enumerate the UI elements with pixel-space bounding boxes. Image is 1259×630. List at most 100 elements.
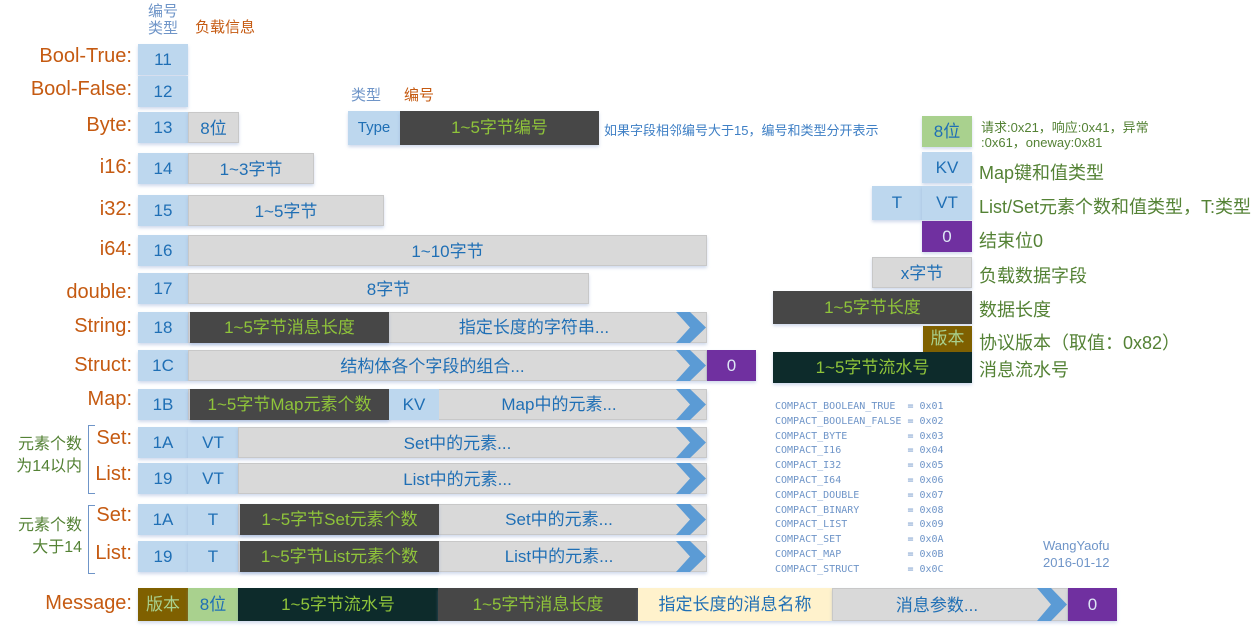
code-i32: 15 xyxy=(138,195,188,226)
code-map: 1B xyxy=(138,389,188,420)
constant-row: COMPACT_SET = 0x0A xyxy=(775,534,944,546)
legend-box-8bit: 8位 xyxy=(922,116,972,147)
constant-row: COMPACT_I16 = 0x04 xyxy=(775,445,944,457)
chevron-right-icon xyxy=(676,504,706,535)
group-small-bracket xyxy=(88,425,95,494)
code-type-header: 编号 类型 xyxy=(146,3,180,37)
legend-box-length: 1~5字节长度 xyxy=(773,291,972,324)
legend-box-payload: x字节 xyxy=(872,257,972,288)
group-large-l2: 大于14 xyxy=(32,539,82,556)
set-small-vt: VT xyxy=(188,427,238,458)
legend-box-kv: KV xyxy=(922,152,972,183)
list-small-vt: VT xyxy=(188,463,238,494)
code-byte: 13 xyxy=(138,112,188,143)
legend-box-t: T xyxy=(872,186,922,220)
message-name: 指定长度的消息名称 xyxy=(638,588,832,621)
message-length: 1~5字节消息长度 xyxy=(438,588,638,621)
row-label-bool-false: Bool-False: xyxy=(30,78,132,100)
author-date: 2016-01-12 xyxy=(1043,555,1110,570)
row-label-i32: i32: xyxy=(99,198,132,220)
constants-list: COMPACT_BOOLEAN_TRUE = 0x01 COMPACT_BOOLE… xyxy=(775,400,944,578)
field-id-box: 1~5字节编号 xyxy=(400,111,599,145)
row-label-double: double: xyxy=(66,281,132,303)
row-label-map: Map: xyxy=(87,388,132,410)
field-id-label: 编号 xyxy=(404,87,435,104)
list-large-elements: List中的元素... xyxy=(504,547,614,566)
constant-row: COMPACT_I32 = 0x05 xyxy=(775,460,944,472)
map-count: 1~5字节Map元素个数 xyxy=(190,389,389,420)
code-set-large: 1A xyxy=(138,504,188,535)
legend-box-end: 0 xyxy=(922,221,972,252)
legend-text-8bit-l1: 请求:0x21，响应:0x41，异常 xyxy=(981,120,1149,135)
string-content: 指定长度的字符串... xyxy=(458,318,610,337)
legend-text-8bit-l2: :0x61，oneway:0x81 xyxy=(981,135,1103,150)
legend-box-seq: 1~5字节流水号 xyxy=(773,352,972,383)
code-string: 18 xyxy=(138,312,188,343)
group-small-l2: 为14以内 xyxy=(16,458,82,475)
code-i64: 16 xyxy=(138,235,188,266)
field-type-label: 类型 xyxy=(351,87,382,104)
constant-row: COMPACT_BINARY = 0x08 xyxy=(775,504,944,516)
legend-text-length: 数据长度 xyxy=(979,300,1051,320)
chevron-right-icon xyxy=(676,463,706,494)
payload-struct: 结构体各个字段的组合... xyxy=(188,350,707,381)
constant-row: COMPACT_I64 = 0x06 xyxy=(775,474,944,486)
set-large-elements: Set中的元素... xyxy=(505,510,613,529)
legend-box-version: 版本 xyxy=(923,326,972,352)
set-small-elements: Set中的元素... xyxy=(238,427,707,458)
message-bits: 8位 xyxy=(188,588,238,621)
group-small-label: 元素个数 为14以内 xyxy=(10,434,82,478)
chevron-right-icon xyxy=(1037,588,1067,621)
constant-row: COMPACT_BOOLEAN_FALSE = 0x02 xyxy=(775,415,944,427)
legend-text-version: 协议版本（取值：0x82） xyxy=(979,333,1181,353)
payload-header: 负载信息 xyxy=(195,19,256,36)
message-label: Message: xyxy=(45,592,132,614)
list-small-elements: List中的元素... xyxy=(238,463,707,494)
chevron-right-icon xyxy=(676,427,706,458)
row-label-byte: Byte: xyxy=(86,114,132,136)
code-type-header-l1: 编号 xyxy=(147,3,178,20)
legend-text-kv: Map键和值类型 xyxy=(979,163,1105,183)
legend-box-vt: VT xyxy=(922,186,972,220)
legend-text-vt: List/Set元素个数和值类型，T:类型 xyxy=(979,197,1252,217)
set-large-count: 1~5字节Set元素个数 xyxy=(240,504,439,535)
code-set-small: 1A xyxy=(138,427,188,458)
code-bool-false: 12 xyxy=(138,76,188,107)
constant-row: COMPACT_BOOLEAN_TRUE = 0x01 xyxy=(775,401,944,412)
string-length: 1~5字节消息长度 xyxy=(190,312,389,343)
field-type-box: Type xyxy=(348,111,400,145)
code-type-header-l2: 类型 xyxy=(147,20,178,37)
code-list-small: 19 xyxy=(138,463,188,494)
payload-i64: 1~10字节 xyxy=(188,235,707,266)
row-label-bool-true: Bool-True: xyxy=(39,45,132,67)
row-label-i16: i16: xyxy=(99,156,132,178)
message-params: 消息参数... xyxy=(832,588,1068,621)
code-list-large: 19 xyxy=(138,541,188,572)
chevron-right-icon xyxy=(676,389,706,420)
payload-i16: 1~3字节 xyxy=(188,153,314,184)
field-header-note: 如果字段相邻编号大于15，编号和类型分开表示 xyxy=(604,123,879,138)
payload-i32: 1~5字节 xyxy=(188,195,384,226)
row-label-struct: Struct: xyxy=(74,354,132,376)
legend-text-8bit: 请求:0x21，响应:0x41，异常 :0x61，oneway:0x81 xyxy=(981,120,1149,150)
code-bool-true: 11 xyxy=(138,44,188,75)
constant-row: COMPACT_DOUBLE = 0x07 xyxy=(775,489,944,501)
list-large-t: T xyxy=(188,541,238,572)
group-small-l1: 元素个数 xyxy=(17,436,82,453)
message-seq: 1~5字节流水号 xyxy=(238,588,438,621)
group-large-label: 元素个数 大于14 xyxy=(10,515,82,559)
chevron-right-icon xyxy=(676,350,706,381)
code-i16: 14 xyxy=(138,153,188,184)
chevron-right-icon xyxy=(676,312,706,343)
struct-end-marker: 0 xyxy=(707,350,756,381)
constant-row: COMPACT_MAP = 0x0B xyxy=(775,548,944,560)
constant-row: COMPACT_LIST = 0x09 xyxy=(775,519,944,531)
payload-double: 8字节 xyxy=(188,273,589,304)
message-version: 版本 xyxy=(138,588,188,621)
map-elements: Map中的元素... xyxy=(501,395,617,414)
legend-text-seq: 消息流水号 xyxy=(979,360,1069,380)
message-end-marker: 0 xyxy=(1068,588,1117,621)
list-large-count: 1~5字节List元素个数 xyxy=(240,541,439,572)
legend-text-payload: 负载数据字段 xyxy=(979,266,1087,286)
constant-row: COMPACT_STRUCT = 0x0C xyxy=(775,563,944,575)
